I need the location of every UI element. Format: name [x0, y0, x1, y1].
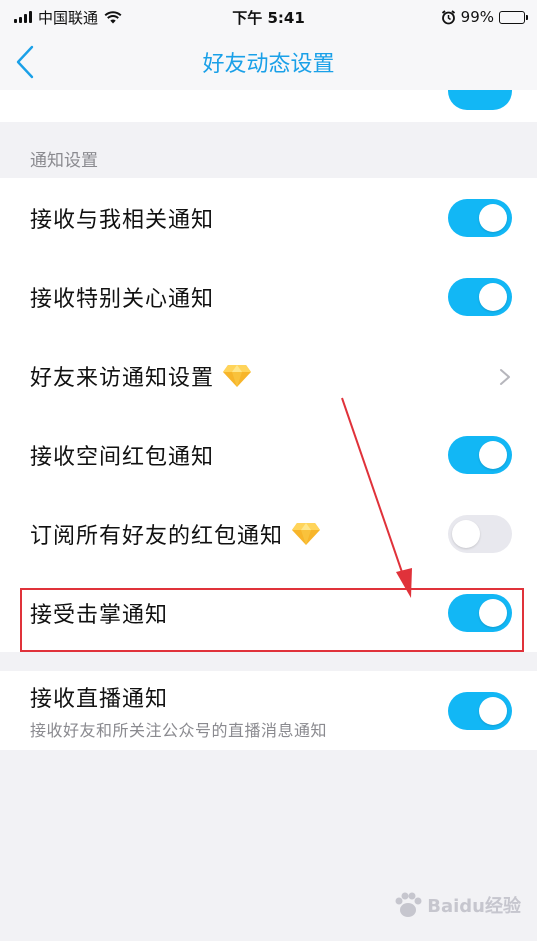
toggle-knob	[479, 598, 507, 627]
row-label-text: 接收特别关心通知	[30, 286, 215, 312]
back-button[interactable]	[10, 42, 40, 82]
chevron-right-icon	[499, 367, 511, 385]
row-label: 订阅所有好友的红包通知	[30, 518, 321, 550]
toggle-knob	[479, 203, 507, 232]
paw-icon	[395, 892, 422, 917]
chevron-left-icon	[16, 45, 34, 79]
page-title: 好友动态设置	[202, 52, 335, 77]
row-title: 接收直播通知	[30, 686, 169, 712]
diamond-icon	[291, 522, 321, 546]
row-subtitle: 接收好友和所关注公众号的直播消息通知	[30, 720, 328, 740]
row-label: 接受击掌通知	[30, 597, 168, 629]
settings-row[interactable]: 接收空间红包通知	[0, 415, 537, 494]
row-label: 接收特别关心通知	[30, 281, 214, 313]
notification-settings-group: 接收与我相关通知 接收特别关心通知 好友来访通知设置 接收空间红包通知订阅所有好友的红…	[0, 178, 537, 652]
alarm-icon	[441, 9, 455, 24]
row-label-text: 接收与我相关通知	[30, 207, 215, 233]
settings-row[interactable]: 接收与我相关通知	[0, 178, 537, 257]
toggle-switch[interactable]	[448, 198, 512, 237]
status-left: 中国联通	[14, 7, 122, 28]
nav-bar: 好友动态设置	[0, 34, 537, 90]
toggle-switch[interactable]	[448, 691, 512, 730]
battery-percent: 99%	[460, 8, 494, 26]
row-label-text: 接收空间红包通知	[30, 444, 215, 470]
settings-row[interactable]: 接受击掌通知	[0, 573, 537, 652]
partial-toggle[interactable]	[448, 90, 512, 110]
row-label-text: 好友来访通知设置	[30, 365, 215, 391]
status-right: 99%	[441, 8, 528, 26]
row-label-text: 订阅所有好友的红包通知	[30, 523, 284, 549]
diamond-icon	[222, 364, 252, 388]
signal-icon	[14, 11, 32, 23]
row-label-text: 接受击掌通知	[30, 602, 169, 628]
toggle-switch[interactable]	[448, 277, 512, 316]
watermark: Baidu经验	[393, 891, 521, 919]
toggle-switch[interactable]	[448, 514, 512, 553]
settings-row[interactable]: 接收特别关心通知	[0, 257, 537, 336]
section-header: 通知设置	[30, 151, 98, 171]
status-bar: 中国联通 下午 5:41 99%	[0, 0, 537, 34]
row-label: 接收空间红包通知	[30, 439, 214, 471]
carrier-label: 中国联通	[38, 8, 99, 27]
scrolled-row-partial	[0, 90, 537, 122]
battery-icon	[499, 10, 528, 24]
toggle-switch[interactable]	[448, 593, 512, 632]
row-label: 好友来访通知设置	[30, 360, 252, 392]
toggle-knob	[479, 440, 507, 469]
toggle-knob	[479, 282, 507, 311]
row-label: 接收与我相关通知	[30, 202, 214, 234]
watermark-text: Baidu经验	[427, 896, 521, 917]
wifi-icon	[104, 11, 122, 24]
settings-row[interactable]: 好友来访通知设置	[0, 336, 537, 415]
live-settings-group: 接收直播通知 接收好友和所关注公众号的直播消息通知	[0, 671, 537, 750]
settings-row[interactable]: 订阅所有好友的红包通知	[0, 494, 537, 573]
toggle-knob	[452, 519, 480, 548]
toggle-knob	[479, 696, 507, 725]
settings-row-live[interactable]: 接收直播通知 接收好友和所关注公众号的直播消息通知	[0, 671, 537, 750]
toggle-switch[interactable]	[448, 435, 512, 474]
